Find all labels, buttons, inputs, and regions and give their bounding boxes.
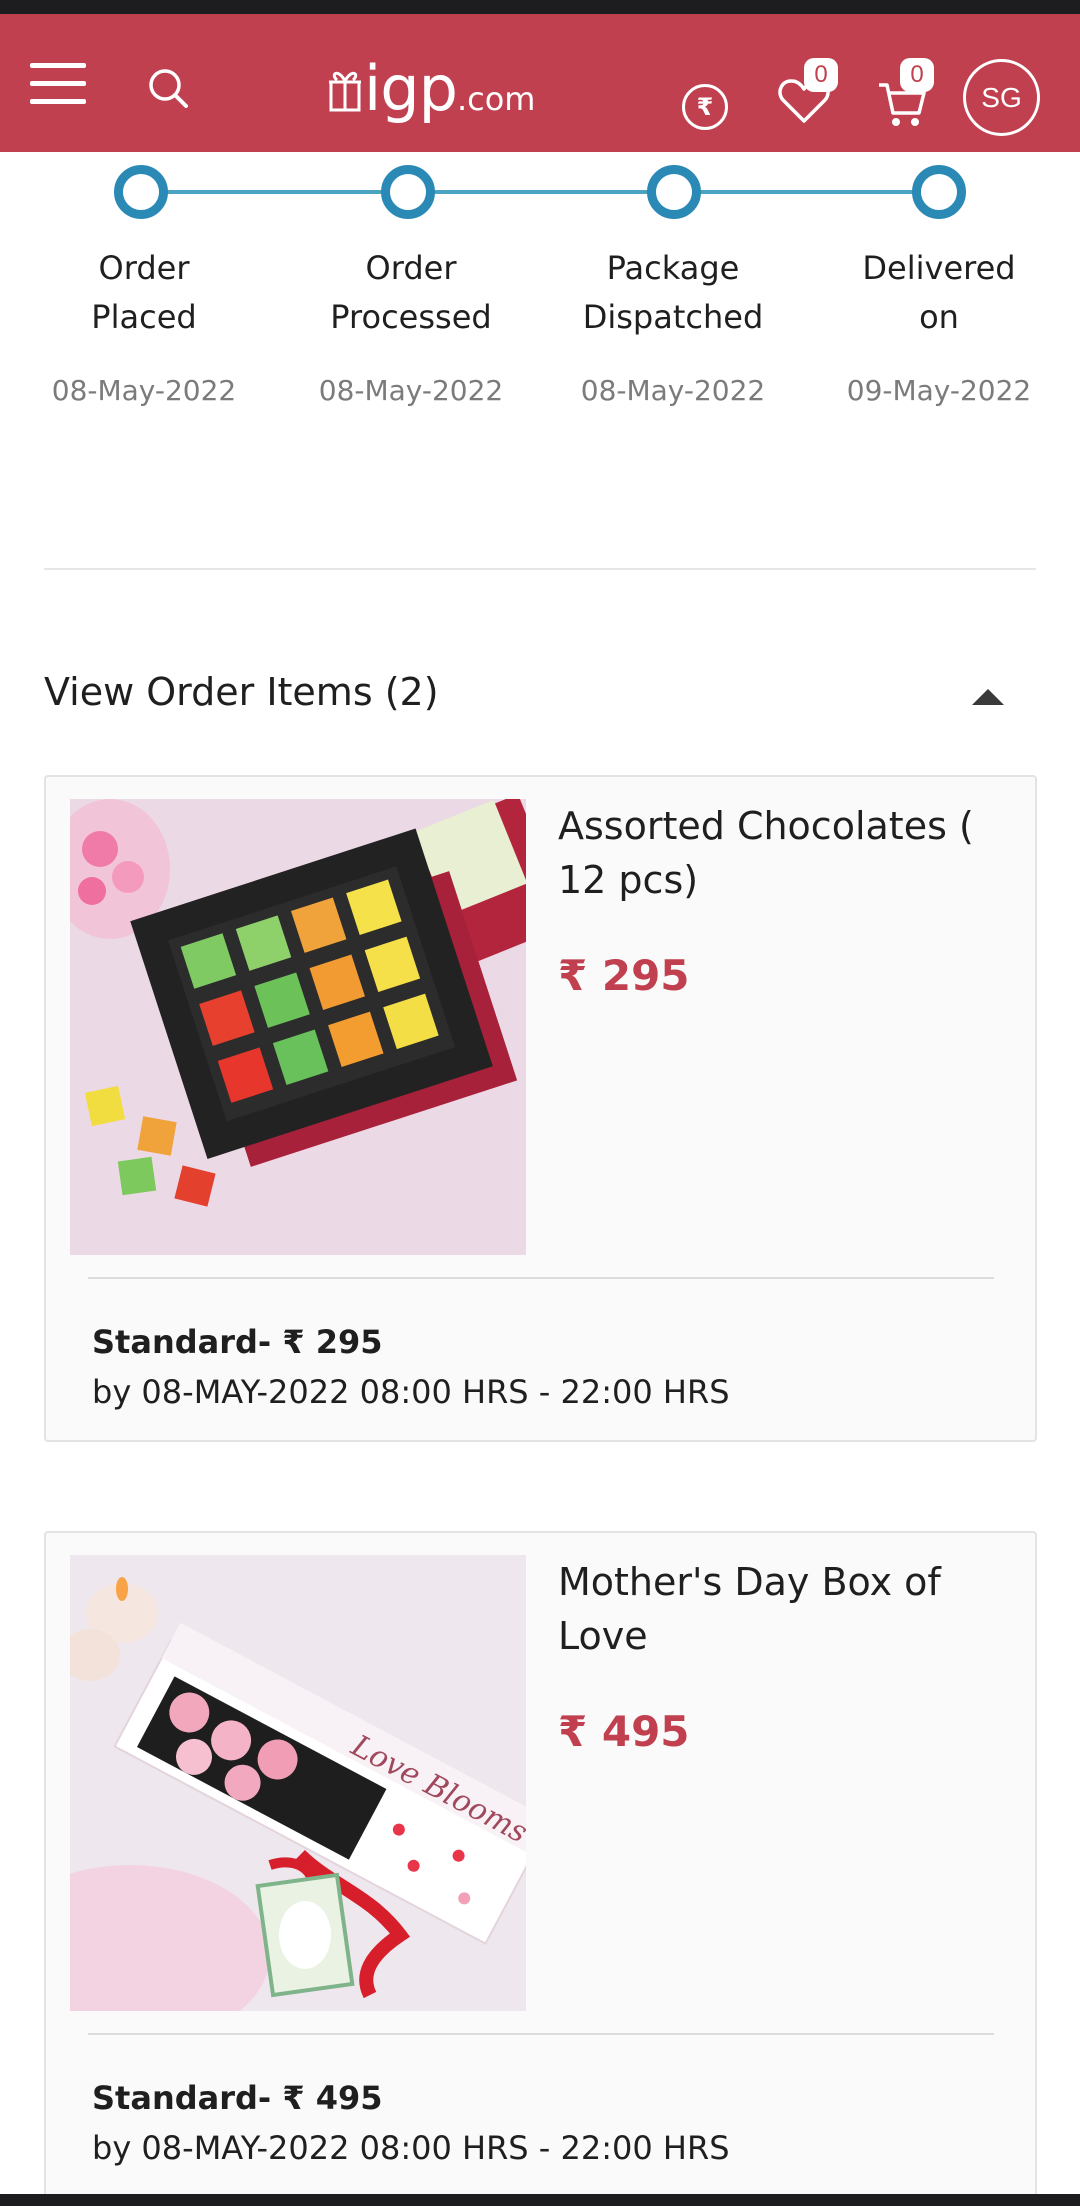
status-bar — [0, 0, 1080, 14]
section-divider — [44, 568, 1036, 570]
order-item-card: Love Blooms Mother's Day Box of Love ₹ 4… — [44, 1531, 1037, 2206]
step-dot-order-placed — [114, 165, 168, 219]
step-date-order-placed: 08-May-2022 — [51, 374, 237, 407]
logo-suffix-text: .com — [456, 79, 536, 118]
step-label-order-processed: Order Processed — [330, 249, 492, 336]
step-label-package-dispatched: Package Dispatched — [582, 249, 764, 336]
shipping-method: Standard- ₹ 495 — [92, 2079, 383, 2117]
card-divider — [88, 2033, 994, 2035]
hamburger-icon — [30, 63, 86, 104]
step-date-order-processed: 08-May-2022 — [318, 374, 504, 407]
navigation-bar — [0, 2194, 1080, 2206]
app-header: igp.com ₹ 0 0 SG — [0, 14, 1080, 152]
step-dot-package-dispatched — [647, 165, 701, 219]
step-date-delivered: 09-May-2022 — [846, 374, 1032, 407]
caret-up-icon — [972, 689, 1004, 705]
product-price: ₹ 295 — [558, 951, 690, 1000]
search-icon — [149, 69, 188, 108]
shipping-method: Standard- ₹ 295 — [92, 1323, 383, 1361]
search-button[interactable] — [138, 58, 198, 118]
logo-main-text: igp — [364, 51, 458, 125]
igp-logo[interactable]: igp.com — [328, 48, 548, 128]
menu-button[interactable] — [28, 56, 88, 110]
step-dot-delivered — [912, 165, 966, 219]
tracker-progress-line — [141, 190, 939, 194]
step-dot-order-processed — [381, 165, 435, 219]
product-name[interactable]: Mother's Day Box of Love — [558, 1555, 1008, 1663]
delivery-window: by 08-MAY-2022 08:00 HRS - 22:00 HRS — [92, 2129, 730, 2167]
cart-count-badge: 0 — [900, 58, 934, 92]
user-avatar[interactable]: SG — [963, 59, 1040, 136]
collapse-items-button[interactable] — [966, 680, 1010, 714]
gift-logo-icon — [329, 71, 361, 112]
step-label-order-placed: Order Placed — [91, 249, 197, 336]
order-item-card: Assorted Chocolates ( 12 pcs) ₹ 295 Stan… — [44, 775, 1037, 1442]
rupee-icon: ₹ — [696, 93, 714, 121]
step-label-delivered: Delivered on — [862, 249, 1016, 336]
product-price: ₹ 495 — [558, 1707, 690, 1756]
wishlist-count-badge: 0 — [804, 58, 838, 92]
delivery-window: by 08-MAY-2022 08:00 HRS - 22:00 HRS — [92, 1373, 730, 1411]
step-date-package-dispatched: 08-May-2022 — [580, 374, 766, 407]
product-name[interactable]: Assorted Chocolates ( 12 pcs) — [558, 799, 1008, 907]
chocolate-box-image[interactable] — [70, 799, 526, 1255]
card-divider — [88, 1277, 994, 1279]
order-items-title[interactable]: View Order Items (2) — [44, 670, 439, 714]
rose-box-image[interactable]: Love Blooms — [70, 1555, 526, 2011]
currency-button[interactable]: ₹ — [682, 84, 728, 130]
